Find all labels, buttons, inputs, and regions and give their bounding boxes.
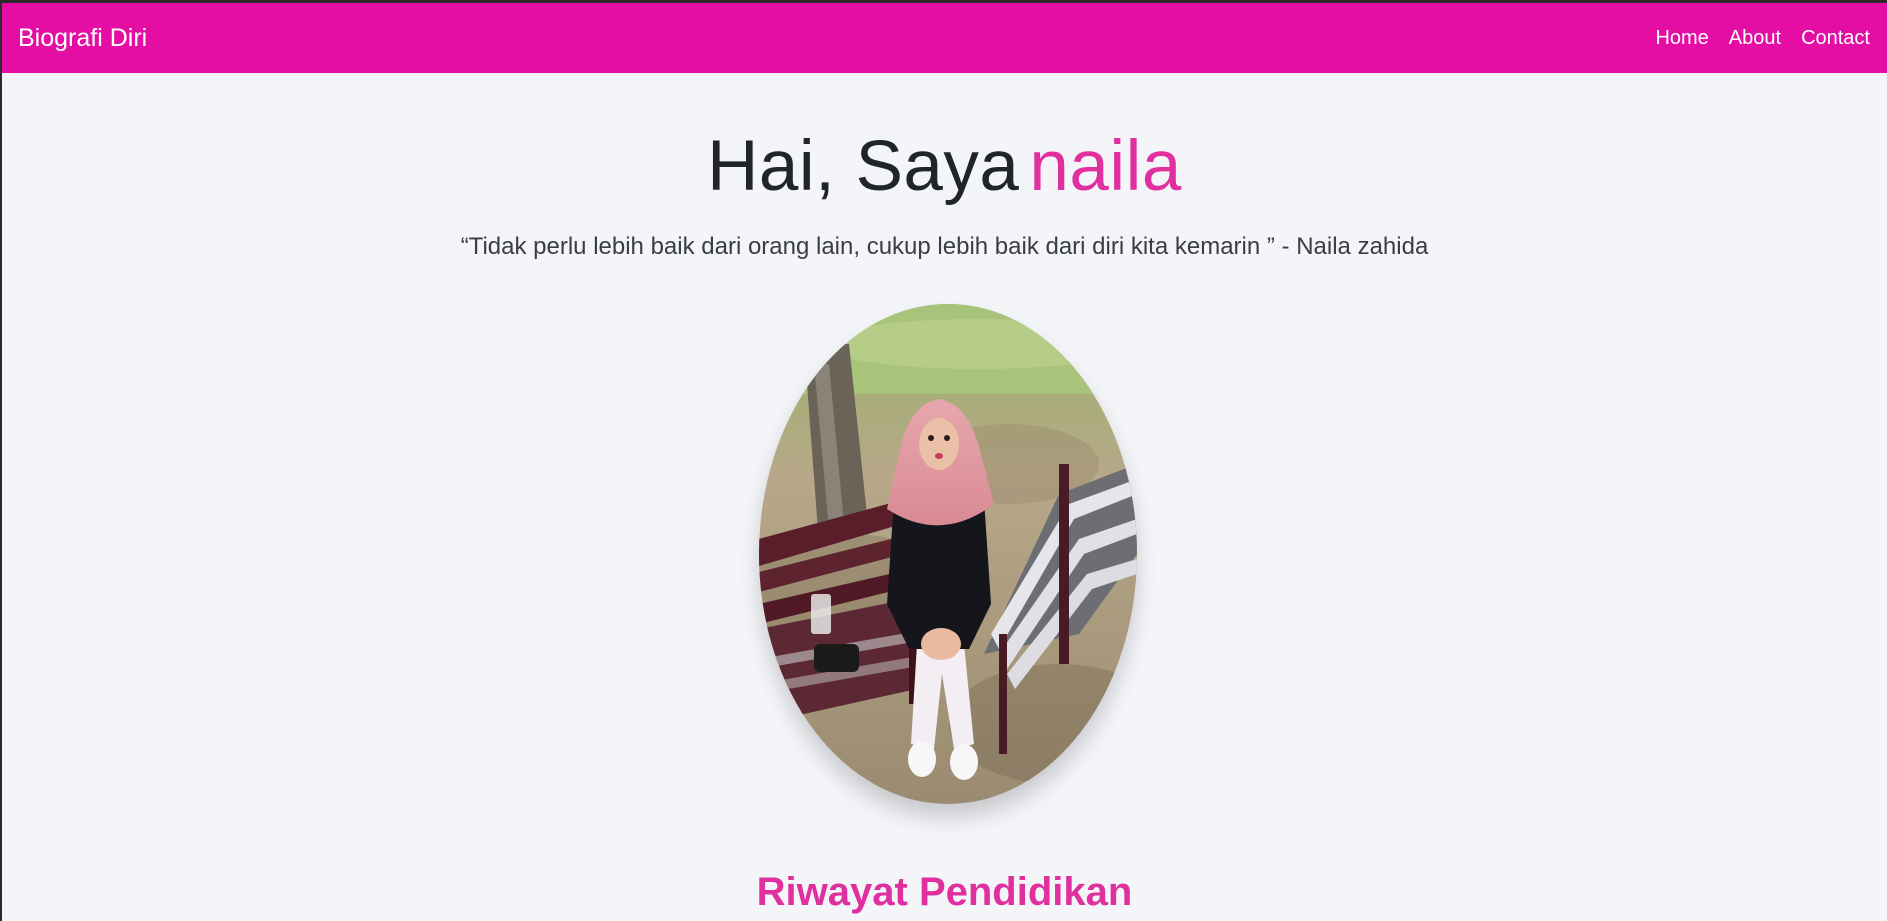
page: Biografi Diri Home About Contact Hai, Sa… (2, 3, 1887, 921)
nav-link-contact[interactable]: Contact (1801, 27, 1870, 50)
section-heading-education: Riwayat Pendidikan (756, 870, 1133, 914)
nav-links: Home About Contact (1655, 27, 1870, 50)
hero-title: Hai, Saya naila (2, 131, 1887, 202)
profile-photo-image (759, 304, 1137, 804)
navbar-brand[interactable]: Biografi Diri (18, 24, 147, 53)
hero-name: naila (1029, 127, 1182, 206)
hero-quote: “Tidak perlu lebih baik dari orang lain,… (460, 233, 1429, 260)
profile-photo (759, 304, 1137, 804)
nav-link-about[interactable]: About (1729, 27, 1781, 50)
navbar: Biografi Diri Home About Contact (2, 3, 1887, 73)
nav-link-home[interactable]: Home (1655, 27, 1708, 50)
hero-greeting: Hai, Saya (707, 127, 1020, 206)
